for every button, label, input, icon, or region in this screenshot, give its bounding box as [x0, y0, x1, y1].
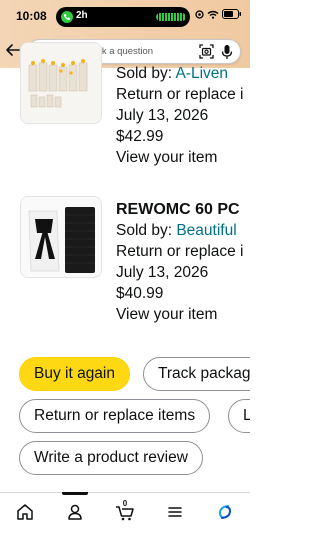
order-details-page: 10:08 2h a question Sold by: A-Liven Ret… [0, 0, 250, 541]
return-date: July 13, 2026 [116, 264, 209, 281]
menu-icon[interactable] [164, 501, 186, 523]
active-tab-indicator [62, 492, 88, 495]
battery-icon [222, 9, 242, 19]
sold-by-row: Sold by: Beautiful [116, 220, 250, 241]
product-title[interactable]: REWOMC 60 PC [116, 199, 250, 220]
product-image-chair-sashes[interactable] [20, 196, 102, 278]
product-image-candles[interactable] [20, 42, 102, 124]
order-item-info: REWOMC 60 PC Sold by: Beautiful Return o… [116, 199, 250, 325]
call-duration: 2h [76, 10, 88, 21]
system-icons [195, 9, 242, 19]
item-price: $40.99 [116, 285, 164, 302]
camera-scan-icon[interactable] [199, 44, 214, 64]
dynamic-island[interactable]: 2h [56, 7, 190, 27]
cart-count: 0 [122, 499, 128, 508]
cart-icon[interactable]: 0 [114, 499, 136, 523]
view-item-link[interactable]: View your item [116, 147, 250, 168]
home-icon[interactable] [14, 501, 36, 523]
sold-by-label: Sold by: [116, 222, 177, 239]
sold-by-row: Sold by: A-Liven [116, 63, 250, 84]
phone-icon [61, 11, 73, 23]
return-window-text: Return or replace i [116, 243, 244, 260]
more-action-button[interactable]: L [228, 399, 250, 433]
status-bar: 10:08 2h [0, 0, 250, 34]
seller-link[interactable]: Beautiful [176, 222, 236, 239]
view-item-link[interactable]: View your item [116, 304, 250, 325]
seller-link[interactable]: A-Liven [175, 65, 228, 82]
wifi-icon [207, 10, 219, 19]
buy-again-button[interactable]: Buy it again [19, 357, 130, 391]
status-time: 10:08 [16, 9, 47, 23]
order-item-info: Sold by: A-Liven Return or replace i Jul… [116, 63, 250, 168]
microphone-icon[interactable] [221, 44, 233, 65]
account-icon[interactable] [64, 501, 86, 523]
write-review-button[interactable]: Write a product review [19, 441, 203, 475]
audio-wave-icon [156, 13, 186, 21]
rufus-icon[interactable] [214, 501, 236, 523]
track-package-button[interactable]: Track packag [143, 357, 250, 391]
sold-by-label: Sold by: [116, 65, 176, 82]
return-window-text: Return or replace i [116, 86, 244, 103]
return-replace-button[interactable]: Return or replace items [19, 399, 211, 433]
record-icon [195, 9, 204, 19]
return-date: July 13, 2026 [116, 107, 209, 124]
item-price: $42.99 [116, 128, 164, 145]
bottom-nav: 0 [0, 492, 250, 541]
